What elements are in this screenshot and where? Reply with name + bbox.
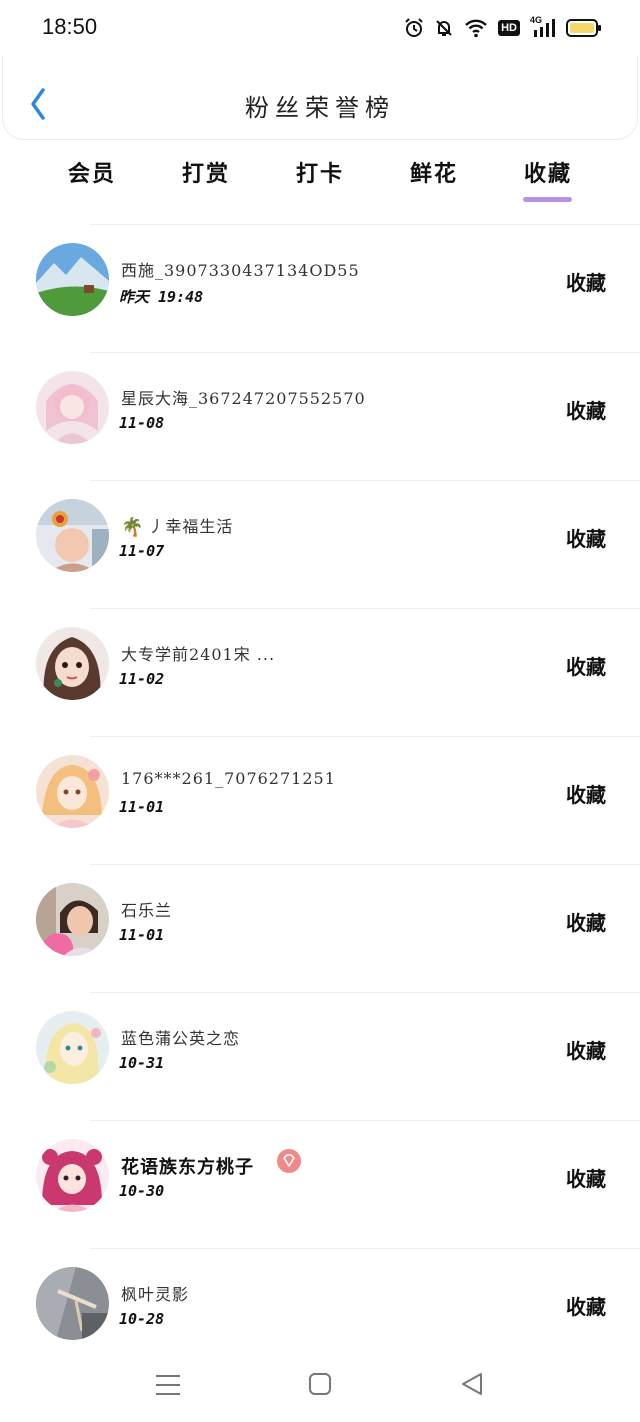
favorite-label: 收藏 (566, 655, 606, 679)
user-date: 11-02 (119, 670, 165, 688)
user-name: 星辰大海_367247207552570 (121, 389, 366, 408)
fan-list: 西施_3907330437134OD55 昨天 19:48 收藏 星辰大海_36… (0, 225, 640, 1377)
user-date: 11-07 (119, 542, 165, 560)
diamond-icon (283, 1154, 295, 1167)
back-triangle-icon (462, 1373, 482, 1395)
list-item[interactable]: 大专学前2401宋 ... 11-02 收藏 (0, 609, 640, 737)
page-title: 粉丝荣誉榜 (245, 94, 395, 122)
user-name: 蓝色蒲公英之恋 (121, 1029, 241, 1048)
avatar (36, 755, 109, 828)
avatar (36, 499, 109, 572)
user-name-text: 丿幸福生活 (148, 517, 234, 536)
list-item[interactable]: 花语族东方桃子 10-30 收藏 (0, 1121, 640, 1249)
user-date: 11-01 (119, 926, 165, 944)
tab-favorites[interactable]: 收藏 (508, 156, 588, 188)
vip-badge (277, 1149, 301, 1173)
home-button[interactable] (308, 1372, 332, 1400)
avatar (36, 883, 109, 956)
user-name: 🌴 丿幸福生活 (121, 513, 233, 538)
user-date: 11-01 (119, 798, 165, 816)
status-icons: HD 4G (404, 15, 602, 40)
user-name: 枫叶灵影 (121, 1285, 190, 1304)
list-item[interactable]: 176***261_7076271251 11-01 收藏 (0, 737, 640, 865)
bell-off-icon (434, 18, 454, 38)
tab-active-indicator (523, 197, 572, 202)
favorite-label: 收藏 (566, 1167, 606, 1191)
system-nav-bar (0, 1356, 640, 1422)
favorite-label: 收藏 (566, 1295, 606, 1319)
avatar (36, 627, 109, 700)
user-name: 花语族东方桃子 (121, 1157, 254, 1178)
status-bar: 18:50 HD 4G (0, 0, 640, 56)
list-item[interactable]: 石乐兰 11-01 收藏 (0, 865, 640, 993)
menu-button[interactable] (155, 1372, 181, 1402)
header: 粉丝荣誉榜 (2, 56, 638, 140)
list-item[interactable]: 🌴 丿幸福生活 11-07 收藏 (0, 481, 640, 609)
menu-icon (156, 1375, 180, 1395)
user-name: 176***261_7076271251 (121, 769, 336, 788)
favorite-label: 收藏 (566, 271, 606, 295)
palm-tree-icon: 🌴 (121, 517, 145, 538)
alarm-icon (404, 18, 424, 38)
user-date: 10-31 (119, 1054, 165, 1072)
back-nav-button[interactable] (460, 1372, 484, 1400)
user-date: 10-30 (119, 1182, 165, 1200)
favorite-label: 收藏 (566, 527, 606, 551)
avatar (36, 1139, 109, 1212)
battery-icon (566, 18, 602, 38)
user-name: 石乐兰 (121, 901, 173, 920)
list-item[interactable]: 蓝色蒲公英之恋 10-31 收藏 (0, 993, 640, 1121)
favorite-label: 收藏 (566, 1039, 606, 1063)
avatar (36, 1267, 109, 1340)
signal-4g-icon: 4G (530, 15, 556, 38)
status-time: 18:50 (42, 14, 98, 39)
tab-member[interactable]: 会员 (52, 156, 132, 188)
user-name: 西施_3907330437134OD55 (121, 261, 360, 280)
list-item[interactable]: 西施_3907330437134OD55 昨天 19:48 收藏 (0, 225, 640, 353)
tab-flowers[interactable]: 鲜花 (394, 156, 474, 188)
avatar (36, 371, 109, 444)
hd-icon: HD (498, 20, 520, 36)
favorite-label: 收藏 (566, 399, 606, 423)
wifi-icon (464, 18, 488, 38)
user-date: 昨天 19:48 (119, 288, 204, 306)
tab-reward[interactable]: 打赏 (166, 156, 246, 188)
favorite-label: 收藏 (566, 783, 606, 807)
tab-checkin[interactable]: 打卡 (280, 156, 360, 188)
home-square-icon (309, 1373, 331, 1395)
list-item[interactable]: 星辰大海_367247207552570 11-08 收藏 (0, 353, 640, 481)
user-date: 10-28 (119, 1310, 165, 1328)
favorite-label: 收藏 (566, 911, 606, 935)
user-name: 大专学前2401宋 ... (121, 645, 276, 664)
avatar (36, 243, 109, 316)
user-date: 11-08 (119, 414, 165, 432)
avatar (36, 1011, 109, 1084)
